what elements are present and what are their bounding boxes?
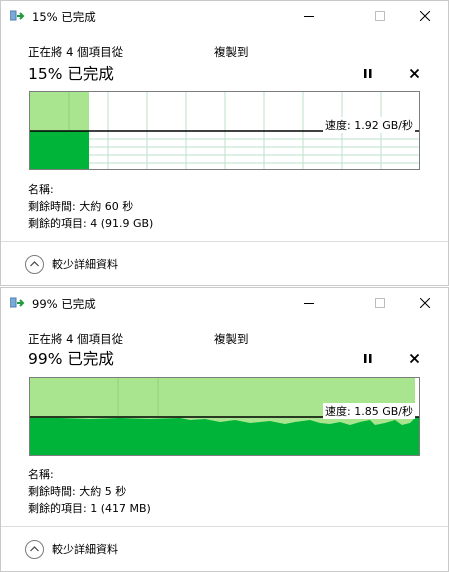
time-remaining: 剩餘時間: 大約 60 秒 — [28, 200, 134, 213]
percent-heading: 99% 已完成 — [28, 350, 114, 368]
title-bar[interactable]: 15% 已完成 — [1, 1, 448, 31]
maximize-icon — [375, 298, 385, 308]
progress-throughput-area — [30, 131, 89, 169]
minimize-icon — [304, 303, 314, 304]
minimize-button[interactable] — [286, 1, 332, 31]
copy-dialog-2: 99% 已完成 正在將 4 個項目從 複製到 99% 已完成 速度: 1.85 … — [0, 287, 449, 572]
destination-link[interactable]: 複製到 — [214, 331, 249, 347]
minimize-icon — [304, 16, 314, 17]
speed-graph: 速度: 1.85 GB/秒 — [29, 377, 420, 456]
close-icon — [420, 298, 430, 308]
progress-throughput-area — [30, 417, 419, 455]
cancel-button[interactable] — [404, 349, 424, 367]
window-title: 99% 已完成 — [32, 297, 96, 311]
time-remaining: 剩餘時間: 大約 5 秒 — [28, 485, 127, 498]
fewer-details-label: 較少詳細資料 — [52, 258, 118, 271]
chevron-up-icon — [25, 254, 44, 274]
chevron-up-icon — [25, 539, 44, 559]
maximize-button[interactable] — [357, 1, 403, 31]
pause-button[interactable] — [358, 64, 378, 82]
pause-icon — [364, 353, 372, 363]
cancel-icon — [409, 353, 419, 363]
file-details: 名稱: 剩餘時間: 大約 5 秒 剩餘的項目: 1 (417 MB) — [28, 466, 151, 517]
cancel-icon — [409, 68, 419, 78]
footer-divider — [1, 241, 448, 242]
close-button[interactable] — [402, 288, 448, 318]
fewer-details-button[interactable]: 較少詳細資料 — [25, 539, 118, 559]
destination-link[interactable]: 複製到 — [214, 44, 249, 60]
file-details: 名稱: 剩餘時間: 大約 60 秒 剩餘的項目: 4 (91.9 GB) — [28, 181, 153, 232]
fewer-details-label: 較少詳細資料 — [52, 543, 118, 556]
file-copy-icon — [10, 10, 25, 21]
window-title: 15% 已完成 — [32, 10, 96, 24]
items-remaining: 剩餘的項目: 4 (91.9 GB) — [28, 217, 154, 230]
close-icon — [420, 11, 430, 21]
minimize-button[interactable] — [286, 288, 332, 318]
footer-divider — [1, 526, 448, 527]
title-bar[interactable]: 99% 已完成 — [1, 288, 448, 318]
source-line: 正在將 4 個項目從 — [28, 45, 124, 59]
maximize-icon — [375, 11, 385, 21]
speed-label: 速度: 1.85 GB/秒 — [323, 403, 415, 419]
source-line: 正在將 4 個項目從 — [28, 332, 124, 346]
file-name-line: 名稱: — [28, 183, 54, 196]
items-remaining: 剩餘的項目: 1 (417 MB) — [28, 502, 151, 515]
maximize-button[interactable] — [357, 288, 403, 318]
close-button[interactable] — [402, 1, 448, 31]
speed-label: 速度: 1.92 GB/秒 — [323, 117, 415, 133]
file-name-line: 名稱: — [28, 468, 54, 481]
fewer-details-button[interactable]: 較少詳細資料 — [25, 254, 118, 274]
copy-dialog-1: 15% 已完成 正在將 4 個項目從 複製到 15% 已完成 速度: 1.92 … — [0, 0, 449, 286]
pause-button[interactable] — [358, 349, 378, 367]
percent-heading: 15% 已完成 — [28, 65, 114, 83]
speed-graph: 速度: 1.92 GB/秒 — [29, 91, 420, 170]
pause-icon — [364, 68, 372, 78]
cancel-button[interactable] — [404, 64, 424, 82]
file-copy-icon — [10, 297, 25, 308]
